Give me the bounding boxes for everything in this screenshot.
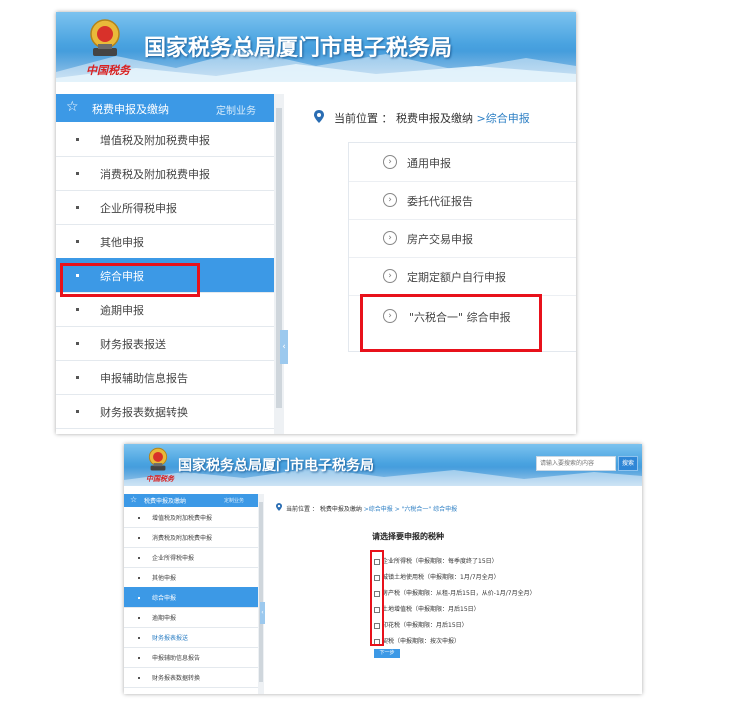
breadcrumb: 当前位置 ： 税费申报及缴纳 >综合申报: [334, 112, 530, 125]
sidebar-item-financial[interactable]: 财务报表报送: [56, 326, 274, 361]
bullet-icon: [138, 657, 140, 659]
checkbox[interactable]: [374, 558, 380, 565]
star-icon[interactable]: ☆: [130, 495, 137, 504]
sidebar-item-overdue[interactable]: 逾期申报: [56, 292, 274, 327]
breadcrumb-parent[interactable]: 税费申报及缴纳: [320, 506, 362, 513]
chevron-right-icon: ›: [383, 269, 397, 283]
menu-item-commission[interactable]: › 委托代征报告: [349, 181, 576, 220]
bullet-icon: [76, 308, 79, 311]
sidebar-item-aux-info[interactable]: 申报辅助信息报告: [56, 360, 274, 395]
sidebar-header-title: 税费申报及缴纳: [144, 498, 187, 505]
custom-business-link[interactable]: 定制业务: [216, 102, 256, 117]
choose-tax-title: 请选择要申报的税种: [372, 532, 444, 541]
site-title: 国家税务总局厦门市电子税务局: [178, 458, 374, 474]
collapse-sidebar-button[interactable]: ‹: [260, 602, 265, 624]
sidebar-item-financial[interactable]: 财务报表报送: [124, 627, 258, 648]
sidebar-item-consumption[interactable]: 消费税及附加税费申报: [56, 156, 274, 191]
emblem-caption: 中国税务: [146, 474, 174, 483]
bullet-icon: [76, 274, 79, 277]
sidebar-item-other[interactable]: 其他申报: [124, 567, 258, 588]
bullet-icon: [76, 376, 79, 379]
bullet-icon: [76, 410, 79, 413]
checkbox[interactable]: [374, 622, 380, 629]
bullet-icon: [76, 206, 79, 209]
bullet-icon: [138, 677, 140, 679]
emblem-caption: 中国税务: [86, 64, 130, 77]
bullet-icon: [76, 342, 79, 345]
site-title: 国家税务总局厦门市电子税务局: [144, 36, 453, 61]
tax-option-stamp[interactable]: 印花税（申报期限：月后15日）: [374, 620, 468, 629]
checkbox[interactable]: [374, 590, 380, 597]
sidebar-item-vat[interactable]: 增值税及附加税费申报: [56, 122, 274, 157]
bullet-icon: [138, 557, 140, 559]
search-button[interactable]: 搜索: [618, 456, 638, 471]
breadcrumb-current: >综合申报 > "六税合一" 综合申报: [363, 506, 458, 513]
tax-option-land-appreciation[interactable]: 土地增值税（申报期限：月后15日）: [374, 604, 480, 613]
site-header-banner: 中国税务 国家税务总局厦门市电子税务局 请输入要搜索的内容 搜索: [124, 444, 642, 486]
bullet-icon: [138, 577, 140, 579]
location-pin-icon: [314, 110, 324, 123]
menu-item-six-in-one[interactable]: › "六税合一" 综合申报: [349, 295, 576, 339]
tax-emblem-icon: [148, 447, 168, 471]
menu-item-property[interactable]: › 房产交易申报: [349, 219, 576, 258]
tax-emblem-icon: [90, 19, 120, 56]
breadcrumb-parent[interactable]: 税费申报及缴纳: [396, 112, 473, 125]
bullet-icon: [138, 517, 140, 519]
sidebar-item-consumption[interactable]: 消费税及附加税费申报: [124, 527, 258, 548]
sidebar-item-comprehensive[interactable]: 综合申报: [124, 587, 258, 608]
chevron-right-icon: ›: [383, 309, 397, 323]
collapse-sidebar-button[interactable]: ‹: [280, 330, 288, 364]
next-step-button[interactable]: 下一步: [374, 649, 400, 658]
bullet-icon: [138, 537, 140, 539]
sidebar-header-title: 税费申报及缴纳: [92, 103, 169, 116]
sidebar: ☆ 税费申报及缴纳 定制业务 增值税及附加税费申报 消费税及附加税费申报 企业所…: [124, 494, 259, 694]
sidebar: ☆ 税费申报及缴纳 定制业务 增值税及附加税费申报 消费税及附加税费申报 企业所…: [56, 94, 275, 434]
menu-item-fixed-quota[interactable]: › 定期定额户自行申报: [349, 257, 576, 296]
chevron-right-icon: ›: [383, 231, 397, 245]
sidebar-header: ☆ 税费申报及缴纳 定制业务: [56, 94, 274, 122]
search-input[interactable]: 请输入要搜索的内容: [536, 456, 616, 471]
checkbox[interactable]: [374, 606, 380, 613]
sidebar-item-convert[interactable]: 财务报表数据转换: [124, 667, 258, 688]
chevron-right-icon: ›: [383, 155, 397, 169]
site-header-banner: 中国税务 国家税务总局厦门市电子税务局: [56, 12, 576, 82]
sidebar-item-income[interactable]: 企业所得税申报: [56, 190, 274, 225]
location-pin-icon: [276, 503, 282, 511]
bullet-icon: [138, 617, 140, 619]
main-content: 当前位置 ： 税费申报及缴纳 >综合申报 > "六税合一" 综合申报 请选择要申…: [266, 494, 642, 694]
checkbox[interactable]: [374, 574, 380, 581]
menu-item-general[interactable]: › 通用申报: [349, 143, 576, 182]
tax-option-corporate-income[interactable]: 企业所得税（申报期限：每季度终了15日）: [374, 556, 498, 565]
custom-business-link[interactable]: 定制业务: [224, 497, 244, 504]
comprehensive-menu: › 通用申报 › 委托代征报告 › 房产交易申报 › 定期定额户自行申报 › "六税合一"…: [348, 142, 576, 352]
sidebar-item-income[interactable]: 企业所得税申报: [124, 547, 258, 568]
tax-option-deed[interactable]: 契税（申报期限：按次申报）: [374, 636, 460, 645]
tax-option-property[interactable]: 房产税（申报期限：从租-月后15日，从价-1月/7月全月）: [374, 588, 536, 597]
main-content: 当前位置 ： 税费申报及缴纳 >综合申报 › 通用申报 › 委托代征报告 › 房产交易…: [288, 94, 576, 434]
breadcrumb-current: >综合申报: [476, 112, 530, 125]
bullet-icon: [138, 637, 140, 639]
screenshot-step-2: 中国税务 国家税务总局厦门市电子税务局 请输入要搜索的内容 搜索 ☆ 税费申报及…: [124, 444, 642, 694]
breadcrumb: 当前位置 ： 税费申报及缴纳 >综合申报 > "六税合一" 综合申报: [286, 506, 458, 513]
sidebar-item-convert[interactable]: 财务报表数据转换: [56, 394, 274, 429]
checkbox[interactable]: [374, 638, 380, 645]
bullet-icon: [76, 240, 79, 243]
sidebar-scrollbar[interactable]: [258, 494, 264, 694]
sidebar-item-other[interactable]: 其他申报: [56, 224, 274, 259]
sidebar-item-vat[interactable]: 增值税及附加税费申报: [124, 507, 258, 528]
star-icon[interactable]: ☆: [66, 99, 79, 115]
sidebar-item-aux-info[interactable]: 申报辅助信息报告: [124, 647, 258, 668]
bullet-icon: [76, 138, 79, 141]
sidebar-header: ☆ 税费申报及缴纳 定制业务: [124, 494, 258, 507]
chevron-right-icon: ›: [383, 193, 397, 207]
tax-option-land-use[interactable]: 城镇土地使用税（申报期限：1月/7月全月）: [374, 572, 500, 581]
sidebar-item-comprehensive[interactable]: 综合申报: [56, 258, 274, 293]
sidebar-scrollbar[interactable]: [274, 94, 284, 434]
sidebar-item-overdue[interactable]: 逾期申报: [124, 607, 258, 628]
bullet-icon: [76, 172, 79, 175]
screenshot-step-1: 中国税务 国家税务总局厦门市电子税务局 ☆ 税费申报及缴纳 定制业务 增值税及附…: [56, 12, 576, 434]
bullet-icon: [138, 597, 140, 599]
